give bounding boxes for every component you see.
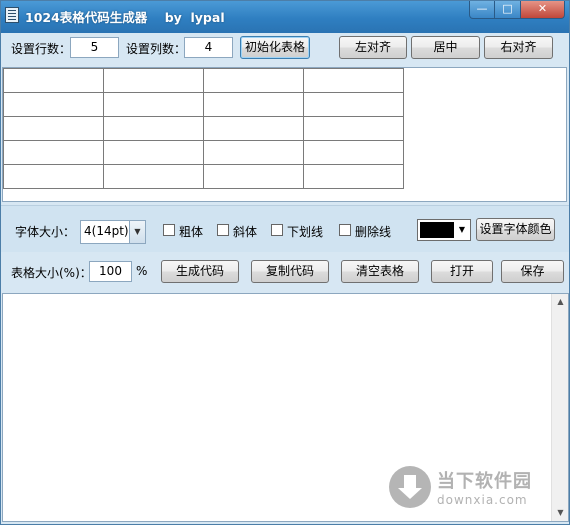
table-cell[interactable] bbox=[3, 116, 104, 141]
open-button[interactable]: 打开 bbox=[431, 260, 493, 283]
maximize-button[interactable]: □ bbox=[495, 1, 521, 19]
watermark: 当下软件园 downxia.com bbox=[389, 466, 549, 512]
table-cell[interactable] bbox=[3, 92, 104, 117]
underline-checkbox[interactable] bbox=[271, 224, 283, 236]
rows-input[interactable]: 5 bbox=[70, 37, 119, 58]
title-bar[interactable]: 1024表格代码生成器 by lypal — □ ✕ bbox=[1, 1, 569, 33]
table-cell[interactable] bbox=[103, 164, 204, 189]
close-button[interactable]: ✕ bbox=[521, 1, 565, 19]
scroll-down-icon[interactable]: ▼ bbox=[553, 505, 568, 521]
generate-code-button[interactable]: 生成代码 bbox=[161, 260, 239, 283]
table-cell[interactable] bbox=[103, 92, 204, 117]
chevron-down-icon[interactable]: ▼ bbox=[456, 222, 468, 238]
table-size-input[interactable]: 100 bbox=[89, 261, 132, 282]
app-window: 1024表格代码生成器 by lypal — □ ✕ 设置行数： 5 设置列数：… bbox=[0, 0, 570, 525]
table-cell[interactable] bbox=[203, 68, 304, 93]
font-size-value: 4(14pt) bbox=[84, 224, 129, 238]
table-editor-panel[interactable] bbox=[2, 67, 567, 202]
table-row bbox=[3, 92, 404, 117]
rows-label: 设置行数： bbox=[11, 42, 72, 56]
table-cell[interactable] bbox=[303, 116, 404, 141]
table-cell[interactable] bbox=[3, 164, 104, 189]
table-row bbox=[3, 68, 404, 93]
chevron-down-icon[interactable]: ▼ bbox=[129, 221, 145, 243]
vertical-scrollbar[interactable]: ▲ ▼ bbox=[551, 294, 568, 521]
bold-checkbox[interactable] bbox=[163, 224, 175, 236]
table-grid[interactable] bbox=[3, 68, 404, 189]
download-logo-icon bbox=[389, 466, 431, 508]
table-cell[interactable] bbox=[303, 164, 404, 189]
table-size-label: 表格大小(%)： bbox=[11, 266, 92, 280]
align-left-button[interactable]: 左对齐 bbox=[339, 36, 407, 59]
percent-label: % bbox=[136, 264, 148, 278]
table-cell[interactable] bbox=[103, 116, 204, 141]
save-button[interactable]: 保存 bbox=[501, 260, 564, 283]
table-cell[interactable] bbox=[203, 140, 304, 165]
window-title: 1024表格代码生成器 by lypal bbox=[25, 10, 225, 25]
app-icon bbox=[5, 7, 19, 23]
set-font-color-button[interactable]: 设置字体颜色 bbox=[476, 218, 555, 241]
align-center-button[interactable]: 居中 bbox=[411, 36, 480, 59]
table-cell[interactable] bbox=[103, 140, 204, 165]
init-table-button[interactable]: 初始化表格 bbox=[240, 36, 310, 59]
table-row bbox=[3, 116, 404, 141]
table-row bbox=[3, 140, 404, 165]
table-cell[interactable] bbox=[3, 140, 104, 165]
table-cell[interactable] bbox=[303, 68, 404, 93]
table-cell[interactable] bbox=[103, 68, 204, 93]
italic-label[interactable]: 斜体 bbox=[233, 223, 257, 240]
download-arrow-icon bbox=[398, 488, 422, 499]
table-cell[interactable] bbox=[203, 92, 304, 117]
minimize-button[interactable]: — bbox=[469, 1, 495, 19]
scroll-up-icon[interactable]: ▲ bbox=[553, 294, 568, 310]
strikethrough-checkbox[interactable] bbox=[339, 224, 351, 236]
strikethrough-label[interactable]: 删除线 bbox=[355, 223, 391, 240]
table-row bbox=[3, 164, 404, 189]
copy-code-button[interactable]: 复制代码 bbox=[251, 260, 329, 283]
table-cell[interactable] bbox=[203, 116, 304, 141]
table-cell[interactable] bbox=[3, 68, 104, 93]
caption-buttons: — □ ✕ bbox=[469, 1, 565, 19]
cols-label: 设置列数： bbox=[126, 42, 187, 56]
table-cell[interactable] bbox=[203, 164, 304, 189]
table-cell[interactable] bbox=[303, 92, 404, 117]
font-size-select[interactable]: 4(14pt) ▼ bbox=[80, 220, 146, 244]
cols-input[interactable]: 4 bbox=[184, 37, 233, 58]
clear-table-button[interactable]: 清空表格 bbox=[341, 260, 419, 283]
watermark-url: downxia.com bbox=[437, 493, 528, 507]
font-size-label: 字体大小： bbox=[15, 225, 76, 239]
underline-label[interactable]: 下划线 bbox=[287, 223, 323, 240]
italic-checkbox[interactable] bbox=[217, 224, 229, 236]
align-right-button[interactable]: 右对齐 bbox=[484, 36, 553, 59]
bold-label[interactable]: 粗体 bbox=[179, 223, 203, 240]
table-cell[interactable] bbox=[303, 140, 404, 165]
font-color-select[interactable]: ▼ bbox=[417, 219, 471, 241]
watermark-brand: 当下软件园 bbox=[437, 471, 532, 492]
font-color-swatch bbox=[420, 222, 454, 238]
